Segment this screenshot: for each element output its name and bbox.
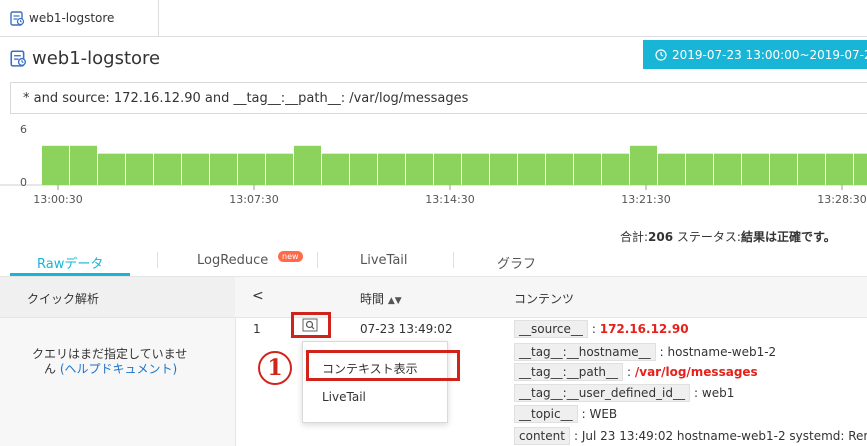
field-key[interactable]: __tag__:__user_defined_id__ [514,384,691,402]
histogram-bar[interactable] [658,153,685,185]
content-column-header: コンテンツ [514,292,575,306]
quick-analysis-title: クイック解析 [27,292,100,306]
histogram-bar[interactable] [434,153,461,185]
time-column-header[interactable]: 時間 ▲▼ [360,290,402,307]
menu-item-livetail[interactable]: LiveTail [322,390,366,404]
histogram-bar[interactable] [546,153,573,185]
total-count: 206 [648,230,674,244]
histogram-bar[interactable] [826,153,853,185]
status-value: 結果は正確です。 [740,230,836,244]
histogram-bar[interactable] [854,153,867,185]
logstore-title-icon [10,50,26,67]
view-tabs [0,248,867,277]
field-key[interactable]: __tag__:__hostname__ [514,343,656,361]
annotation-number: 1 [258,351,292,385]
x-tick-label: 13:28:30 [817,193,866,206]
field-value[interactable]: /var/log/messages [635,365,758,379]
field-key[interactable]: __topic__ [514,405,578,423]
histogram-bar[interactable] [686,153,713,185]
y-tick-label: 6 [20,123,27,136]
x-tick-label: 13:07:30 [229,193,278,206]
histogram-bar[interactable] [630,145,657,185]
histogram-bar[interactable] [322,153,349,185]
status-label: ステータス: [673,230,741,244]
empty-message-line2: ん (ヘルプドキュメント) [44,360,177,377]
histogram-bar[interactable] [266,153,293,185]
field-key[interactable]: content [514,427,570,445]
field-value[interactable]: web1 [702,386,734,400]
x-tick-label: 13:00:30 [33,193,82,206]
x-tick-label: 13:21:30 [621,193,670,206]
query-text: * and source: 172.16.12.90 and __tag__:_… [23,90,469,106]
histogram-bar[interactable] [518,153,545,185]
icon-highlight-box [291,312,331,338]
histogram-bar[interactable] [182,153,209,185]
menu-highlight-box [306,350,460,381]
field-value[interactable]: hostname-web1-2 [668,345,777,359]
histogram-bar[interactable] [742,153,769,185]
histogram-bar[interactable] [602,153,629,185]
field-hostname: __tag__:__hostname__: hostname-web1-2 [514,343,776,361]
field-source: __source__: 172.16.12.90 [514,320,689,338]
histogram-bar[interactable] [126,153,153,185]
histogram-bar[interactable] [98,153,125,185]
histogram-bar[interactable] [70,145,97,185]
tab-raw-data[interactable]: Rawデータ [37,253,103,272]
tab-logreduce[interactable]: LogReduce [197,253,268,268]
field-value[interactable]: WEB [589,407,617,421]
histogram-bar[interactable] [462,153,489,185]
time-range-button[interactable]: 2019-07-23 13:00:00~2019-07-23 1 [643,40,867,69]
tab-separator [157,252,158,268]
histogram-bar[interactable] [798,153,825,185]
time-range-text: 2019-07-23 13:00:00~2019-07-23 1 [672,47,867,62]
logstore-icon [10,11,25,26]
row-index: 1 [253,322,261,336]
histogram-bar[interactable] [770,153,797,185]
tab-graph[interactable]: グラフ [497,253,536,272]
field-value[interactable]: 172.16.12.90 [600,322,689,336]
histogram-bar[interactable] [490,153,517,185]
row-time: 07-23 13:49:02 [360,322,453,336]
field-key[interactable]: __tag__:__path__ [514,363,623,381]
search-query-input[interactable]: * and source: 172.16.12.90 and __tag__:_… [10,82,867,114]
histogram-bar[interactable] [714,153,741,185]
tab-bar: web1-logstore [0,0,867,37]
histogram-bar[interactable] [210,153,237,185]
field-user-defined-id: __tag__:__user_defined_id__: web1 [514,384,734,402]
histogram-bar[interactable] [574,153,601,185]
histogram-bar[interactable] [406,153,433,185]
tab-separator [453,252,454,268]
histogram-bar[interactable] [238,153,265,185]
tab-separator [317,252,318,268]
field-topic: __topic__: WEB [514,405,617,423]
field-key[interactable]: __source__ [514,320,588,338]
time-header-label: 時間 [360,292,385,306]
y-tick-label: 0 [20,176,27,189]
histogram-bar[interactable] [42,145,69,185]
clock-icon [655,48,667,61]
result-stats: 合計:206 ステータス:結果は正確です。 [620,228,836,245]
empty-message-tail: ん [44,362,57,376]
field-value[interactable]: Jul 23 13:49:02 hostname-web1-2 systemd:… [582,429,867,443]
help-doc-link[interactable]: (ヘルプドキュメント) [60,362,177,376]
active-tab-underline [10,273,130,276]
histogram-bar[interactable] [294,145,321,185]
total-label: 合計: [620,230,649,244]
new-badge: new [278,251,303,262]
histogram-chart[interactable]: 6 0 13:00:30 13:07:30 13:14:30 13:21:30 13:28:… [0,118,867,222]
tab-web1-logstore[interactable]: web1-logstore [0,0,159,36]
collapse-button[interactable]: < [252,288,264,304]
field-content: content: Jul 23 13:49:02 hostname-web1-2… [514,427,867,445]
sort-icon[interactable]: ▲▼ [388,296,402,306]
histogram-bar[interactable] [350,153,377,185]
tab-livetail[interactable]: LiveTail [360,253,408,268]
x-tick-label: 13:14:30 [425,193,474,206]
tab-label: web1-logstore [29,11,115,25]
page-title: web1-logstore [32,48,161,69]
histogram-bar[interactable] [378,153,405,185]
histogram-bar[interactable] [154,153,181,185]
field-path: __tag__:__path__: /var/log/messages [514,363,758,381]
